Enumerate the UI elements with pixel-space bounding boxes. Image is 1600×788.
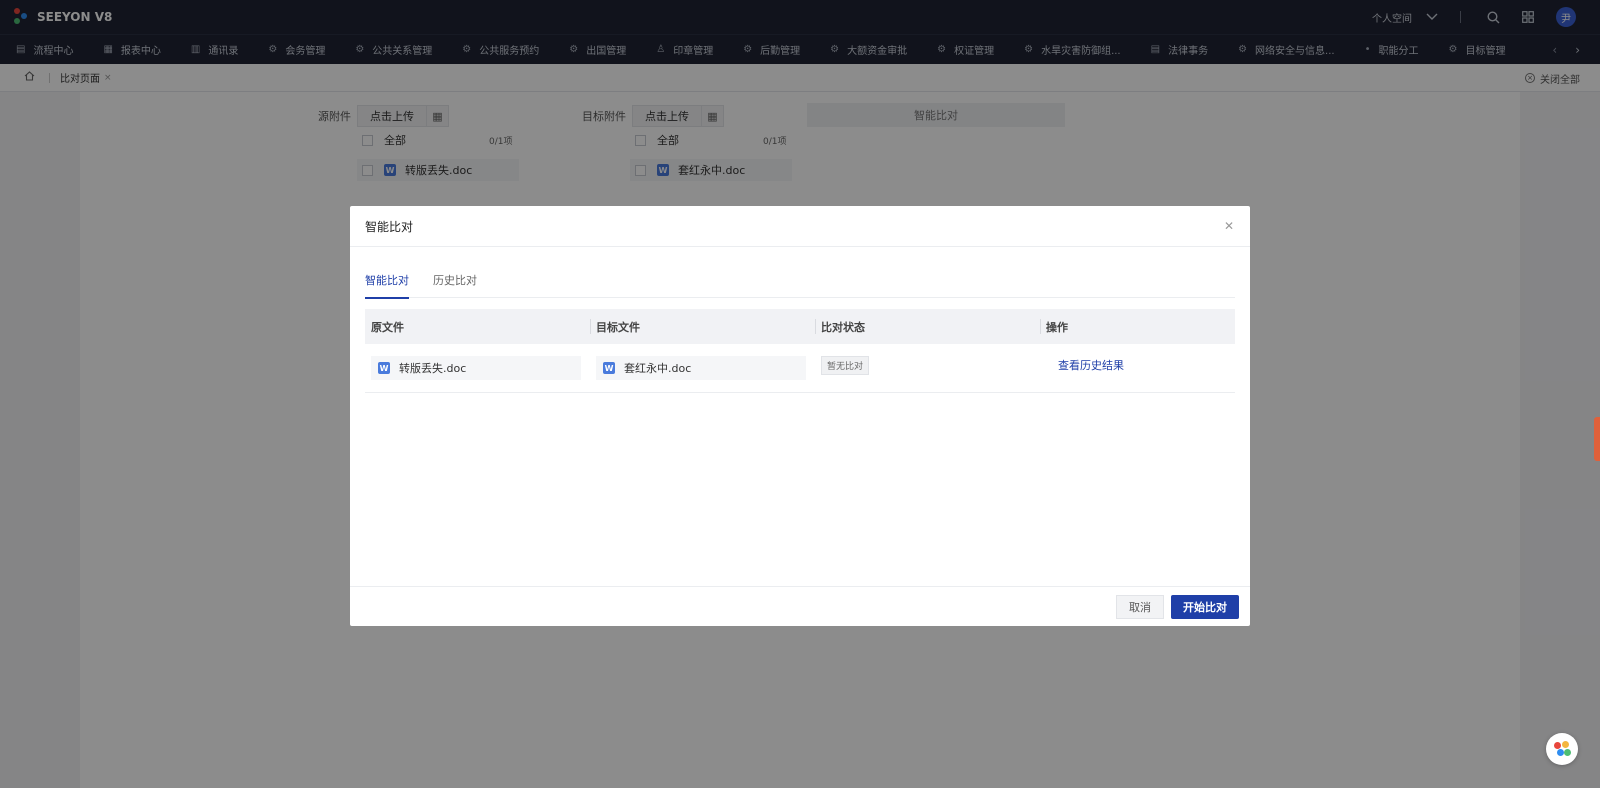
col-compare-status: 比对状态 xyxy=(815,309,1040,344)
row-source-file: 转版丢失.doc xyxy=(399,362,467,375)
word-doc-icon: W xyxy=(603,362,615,374)
cell-target: W 套红永中.doc xyxy=(590,356,815,380)
dialog-footer: 取消 开始比对 xyxy=(350,586,1250,626)
cell-status: 暂无比对 xyxy=(815,355,1040,375)
col-actions: 操作 xyxy=(1040,309,1235,344)
word-doc-icon: W xyxy=(378,362,390,374)
cancel-button[interactable]: 取消 xyxy=(1116,594,1164,619)
start-compare-button[interactable]: 开始比对 xyxy=(1171,594,1239,619)
target-file-chip[interactable]: W 套红永中.doc xyxy=(596,356,806,380)
dialog-tabs: 智能比对 历史比对 xyxy=(365,262,1235,299)
status-badge: 暂无比对 xyxy=(821,355,870,375)
row-target-file: 套红永中.doc xyxy=(624,362,692,375)
side-drawer-handle[interactable] xyxy=(1594,417,1600,461)
smart-compare-dialog: 智能比对 ✕ 智能比对 历史比对 原文件 目标文件 比对状态 操作 W 转版丢失… xyxy=(350,206,1250,626)
cell-action: 查看历史结果 xyxy=(1040,357,1235,373)
cell-source: W 转版丢失.doc xyxy=(365,356,590,380)
tab-smart-compare[interactable]: 智能比对 xyxy=(365,262,409,299)
assistant-float-button[interactable] xyxy=(1546,733,1578,765)
compare-table: 原文件 目标文件 比对状态 操作 W 转版丢失.doc W 套红永中.doc 暂… xyxy=(365,309,1235,393)
dialog-header: 智能比对 ✕ xyxy=(350,206,1250,247)
close-icon[interactable]: ✕ xyxy=(1224,219,1234,233)
view-history-link[interactable]: 查看历史结果 xyxy=(1058,357,1124,373)
tab-history-compare[interactable]: 历史比对 xyxy=(433,262,477,298)
col-target-file: 目标文件 xyxy=(590,309,815,344)
table-header: 原文件 目标文件 比对状态 操作 xyxy=(365,309,1235,344)
col-source-file: 原文件 xyxy=(371,320,404,334)
dialog-title: 智能比对 xyxy=(365,219,414,234)
table-row: W 转版丢失.doc W 套红永中.doc 暂无比对 查看历史结果 xyxy=(365,344,1235,393)
source-file-chip[interactable]: W 转版丢失.doc xyxy=(371,356,581,380)
